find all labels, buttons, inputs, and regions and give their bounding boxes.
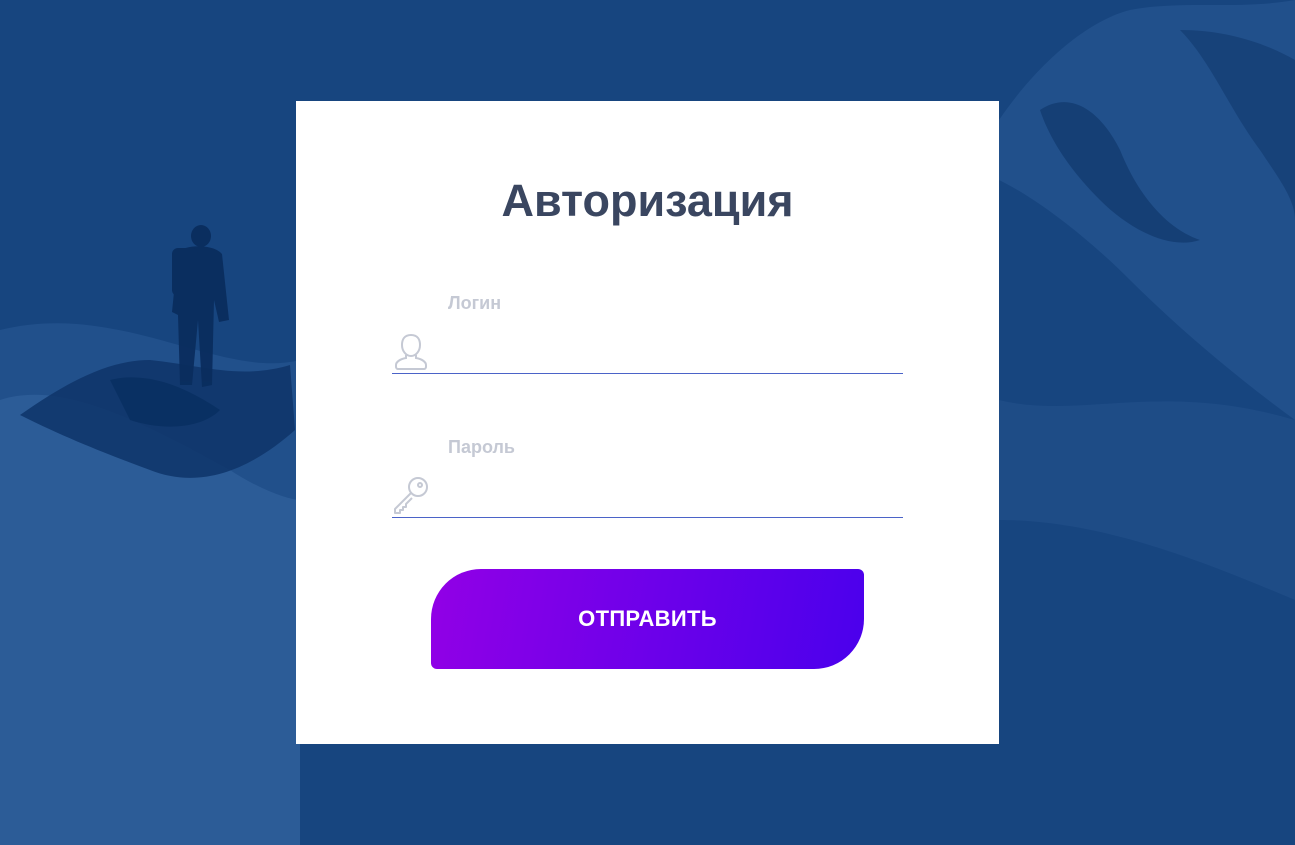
login-card: Авторизация Логин Пароль ОТПРАВИТЬ <box>296 101 999 744</box>
login-field-group: Логин <box>392 291 903 374</box>
submit-button[interactable]: ОТПРАВИТЬ <box>431 569 864 669</box>
user-icon <box>392 331 430 371</box>
password-label: Пароль <box>448 437 515 457</box>
key-icon <box>392 475 430 515</box>
login-label: Логин <box>448 293 502 313</box>
page-title: Авторизация <box>501 175 794 226</box>
password-underline <box>392 517 903 518</box>
password-field-group: Пароль <box>392 435 903 518</box>
password-input[interactable] <box>440 475 900 515</box>
login-input[interactable] <box>440 331 900 371</box>
login-underline <box>392 373 903 374</box>
